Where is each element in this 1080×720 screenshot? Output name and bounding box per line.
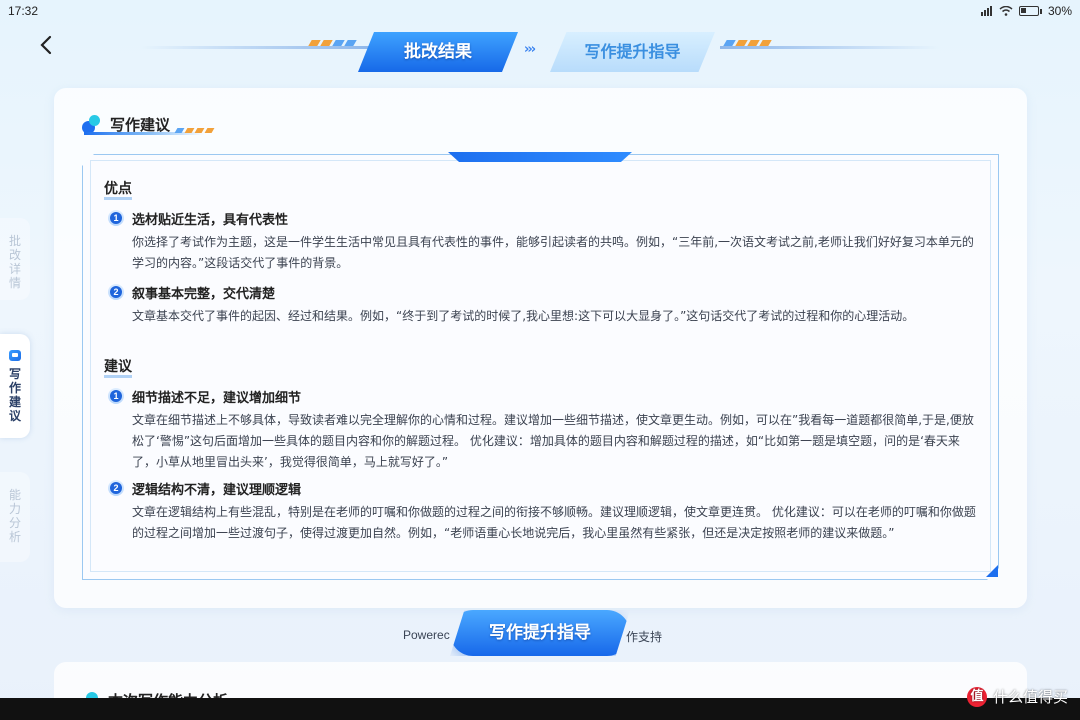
powered-by-suffix: 作支持 <box>626 630 663 644</box>
strength-body: 文章基本交代了事件的起因、经过和结果。例如，“终于到了考试的时候了,我心里想:这… <box>132 309 915 323</box>
badge-number: 1 <box>110 390 122 402</box>
status-bar: 17:32 30% <box>0 0 1080 22</box>
battery-tip <box>1039 8 1042 14</box>
badge-number: 2 <box>110 286 122 298</box>
side-tab-grading-details[interactable]: 批改详情 <box>0 218 30 300</box>
watermark: 值 什么值得买 <box>966 686 1068 707</box>
suggestions-heading: 建议 <box>104 356 132 378</box>
battery-level: 30% <box>1047 4 1072 18</box>
suggestion-title: 逻辑结构不清，建议理顺逻辑 <box>132 483 302 498</box>
step-writing-guidance[interactable]: 写作提升指导 <box>550 32 715 72</box>
writing-guidance-button[interactable]: 写作提升指导 <box>450 610 630 656</box>
strength-title: 叙事基本完整，交代清楚 <box>132 287 276 302</box>
signal-icon <box>980 6 992 16</box>
suggestion-body: 文章在细节描述上不够具体，导致读者难以完全理解你的心情和过程。建议增加一些细节描… <box>132 413 974 469</box>
strength-title: 选材贴近生活，具有代表性 <box>132 213 289 228</box>
number-badge: 2 <box>108 480 124 496</box>
side-tab-label: 批改详情 <box>9 234 22 290</box>
wifi-icon <box>999 6 1013 16</box>
status-time: 17:32 <box>8 4 39 18</box>
suggestion-body: 文章在逻辑结构上有些混乱，特别是在老师的叮嘱和你做题的过程之间的衔接不够顺畅。建… <box>132 505 976 540</box>
document-icon <box>9 350 21 361</box>
badge-number: 1 <box>110 212 122 224</box>
status-icons: 30% <box>980 4 1072 18</box>
battery-icon <box>1018 6 1039 16</box>
header-stripes-left <box>308 40 357 46</box>
side-tab-label: 写作建议 <box>9 367 22 423</box>
step-grading-result[interactable]: 批改结果 <box>358 32 518 72</box>
watermark-logo: 值 <box>966 686 987 707</box>
chevron-left-icon <box>40 35 52 55</box>
step-arrows-icon: ››› <box>524 42 536 57</box>
number-badge: 1 <box>108 388 124 404</box>
bottom-bar <box>0 698 1080 720</box>
strengths-heading: 优点 <box>104 178 132 200</box>
step-header: 批改结果 ››› 写作提升指导 <box>140 28 940 76</box>
powered-by-text: Powerec <box>403 628 450 642</box>
watermark-text: 什么值得买 <box>992 688 1068 706</box>
title-stripes <box>174 128 215 133</box>
side-tab-ability-analysis[interactable]: 能力分析 <box>0 472 30 562</box>
side-tab-writing-suggestions[interactable]: 写作建议 <box>0 334 30 438</box>
suggestion-title: 细节描述不足，建议增加细节 <box>132 391 302 406</box>
header-line-right <box>720 46 940 49</box>
side-tab-label: 能力分析 <box>9 488 22 544</box>
back-button[interactable] <box>36 34 58 56</box>
badge-number: 2 <box>110 482 122 494</box>
strength-body: 你选择了考试作为主题，这是一件学生生活中常见且具有代表性的事件，能够引起读者的共… <box>132 235 974 270</box>
number-badge: 1 <box>108 210 124 226</box>
header-line-left <box>140 46 370 49</box>
number-badge: 2 <box>108 284 124 300</box>
panel-top-tab <box>448 152 632 162</box>
